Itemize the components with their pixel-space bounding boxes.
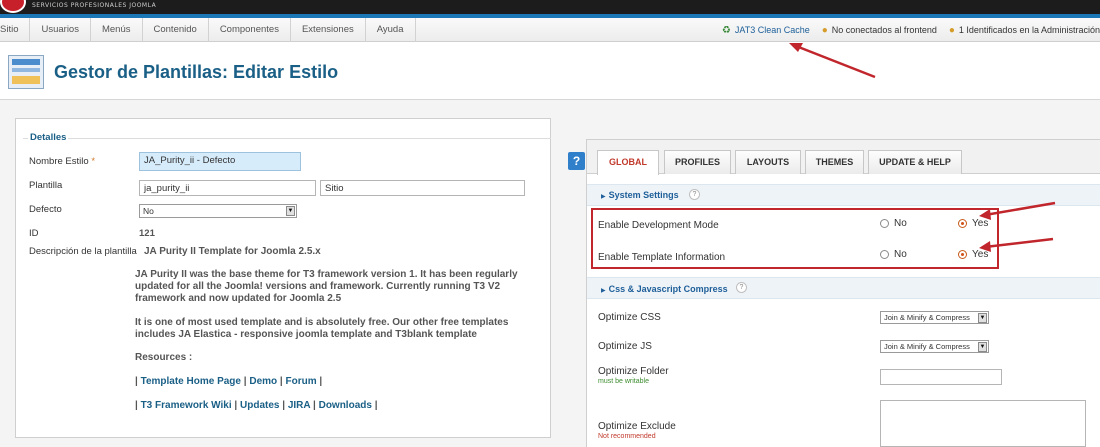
- header-slogan: SERVICIOS PROFESIONALES JOOMLA: [32, 2, 157, 9]
- client-input[interactable]: Sitio: [320, 180, 525, 196]
- admin-users-status: ● 1 Identificados en la Administración: [949, 25, 1100, 36]
- t3-wiki-link[interactable]: T3 Framework Wiki: [141, 400, 232, 411]
- optimize-folder-label: Optimize Folder: [598, 366, 669, 377]
- tab-layouts[interactable]: LAYOUTS: [735, 150, 801, 174]
- menu-item-sitio[interactable]: Sitio: [0, 18, 31, 42]
- style-name-input[interactable]: JA_Purity_ii - Defecto: [139, 152, 301, 171]
- clean-cache-link[interactable]: ♻ JAT3 Clean Cache: [722, 25, 810, 36]
- compress-help-icon[interactable]: ?: [736, 282, 747, 293]
- menu-item-extensiones[interactable]: Extensiones: [291, 18, 366, 42]
- tab-global[interactable]: GLOBAL: [597, 150, 659, 175]
- template-home-link[interactable]: Template Home Page: [141, 376, 241, 387]
- details-divider: [23, 138, 551, 139]
- chevron-down-icon[interactable]: ▼: [286, 206, 295, 216]
- triangle-right-icon: ▶: [601, 194, 606, 200]
- forum-link[interactable]: Forum: [286, 376, 317, 387]
- optimize-css-label: Optimize CSS: [598, 312, 661, 323]
- optimize-exclude-note: Not recommended: [598, 433, 656, 440]
- frontend-users-status: ● No conectados al frontend: [822, 25, 937, 36]
- optimize-folder-input[interactable]: [880, 369, 1002, 385]
- clean-cache-label[interactable]: JAT3 Clean Cache: [735, 25, 810, 35]
- style-name-label: Nombre Estilo *: [29, 156, 96, 167]
- default-select-value: No: [143, 206, 154, 216]
- required-mark: *: [91, 156, 96, 167]
- template-input[interactable]: ja_purity_ii: [139, 180, 316, 196]
- tab-profiles[interactable]: PROFILES: [664, 150, 731, 174]
- system-settings-help-icon[interactable]: ?: [689, 189, 700, 200]
- resource-links-row-1: | Template Home Page | Demo | Forum |: [135, 376, 323, 387]
- main-menu: Sitio Usuarios Menús Contenido Component…: [0, 18, 416, 42]
- menu-item-menus[interactable]: Menús: [91, 18, 143, 42]
- id-value: 121: [139, 228, 155, 239]
- frontend-users-label: No conectados al frontend: [831, 25, 937, 35]
- demo-link[interactable]: Demo: [249, 376, 277, 387]
- menu-item-usuarios[interactable]: Usuarios: [30, 18, 91, 42]
- updates-link[interactable]: Updates: [240, 400, 279, 411]
- details-legend: Detalles: [28, 132, 69, 143]
- triangle-right-icon: ▶: [601, 288, 606, 294]
- recycle-icon: ♻: [721, 24, 731, 36]
- description-label: Descripción de la plantilla: [29, 246, 137, 257]
- optimize-css-value: Join & Minify & Compress: [884, 313, 970, 322]
- description-paragraph-1: JA Purity II was the base theme for T3 f…: [135, 269, 518, 304]
- optimize-js-value: Join & Minify & Compress: [884, 342, 970, 351]
- optimize-exclude-label: Optimize Exclude: [598, 421, 676, 432]
- default-select[interactable]: No ▼: [139, 204, 297, 218]
- page-title: Gestor de Plantillas: Editar Estilo: [54, 62, 339, 82]
- user-icon: ●: [821, 24, 828, 36]
- template-label: Plantilla: [29, 180, 63, 191]
- system-settings-toggle[interactable]: ▶ System Settings: [601, 190, 679, 200]
- admin-users-label: 1 Identificados en la Administración: [958, 25, 1100, 35]
- title-bar: Gestor de Plantillas: Editar Estilo: [0, 42, 1100, 100]
- resources-label: Resources :: [135, 352, 193, 363]
- description-paragraph-2: It is one of most used template and is a…: [135, 317, 509, 340]
- annotation-highlight-box: [591, 208, 999, 269]
- menu-item-contenido[interactable]: Contenido: [143, 18, 209, 42]
- help-button[interactable]: ?: [568, 152, 585, 170]
- status-area: ♻ JAT3 Clean Cache ● No conectados al fr…: [710, 18, 1100, 42]
- top-header-bar: SERVICIOS PROFESIONALES JOOMLA: [0, 0, 1100, 14]
- compress-toggle[interactable]: ▶ Css & Javascript Compress: [601, 284, 728, 294]
- jira-link[interactable]: JIRA: [288, 400, 310, 411]
- joomla-logo-icon: [0, 0, 26, 13]
- optimize-exclude-textarea[interactable]: [880, 400, 1086, 447]
- menu-item-ayuda[interactable]: Ayuda: [366, 18, 416, 42]
- optimize-folder-note: must be writable: [598, 378, 649, 385]
- default-label: Defecto: [29, 204, 62, 215]
- id-label: ID: [29, 228, 39, 239]
- admin-menu-bar: Sitio Usuarios Menús Contenido Component…: [0, 18, 1100, 42]
- downloads-link[interactable]: Downloads: [319, 400, 372, 411]
- chevron-down-icon[interactable]: ▼: [978, 342, 987, 352]
- chevron-down-icon[interactable]: ▼: [978, 313, 987, 323]
- template-manager-icon: [8, 55, 44, 89]
- optimize-css-select[interactable]: Join & Minify & Compress ▼: [880, 311, 989, 324]
- menu-item-componentes[interactable]: Componentes: [209, 18, 291, 42]
- optimize-js-label: Optimize JS: [598, 341, 652, 352]
- tab-themes[interactable]: THEMES: [805, 150, 864, 174]
- optimize-js-select[interactable]: Join & Minify & Compress ▼: [880, 340, 989, 353]
- description-title: JA Purity II Template for Joomla 2.5.x: [144, 246, 321, 257]
- tab-update-help[interactable]: UPDATE & HELP: [868, 150, 962, 174]
- users-icon: ●: [948, 24, 955, 36]
- resource-links-row-2: | T3 Framework Wiki | Updates | JIRA | D…: [135, 400, 378, 411]
